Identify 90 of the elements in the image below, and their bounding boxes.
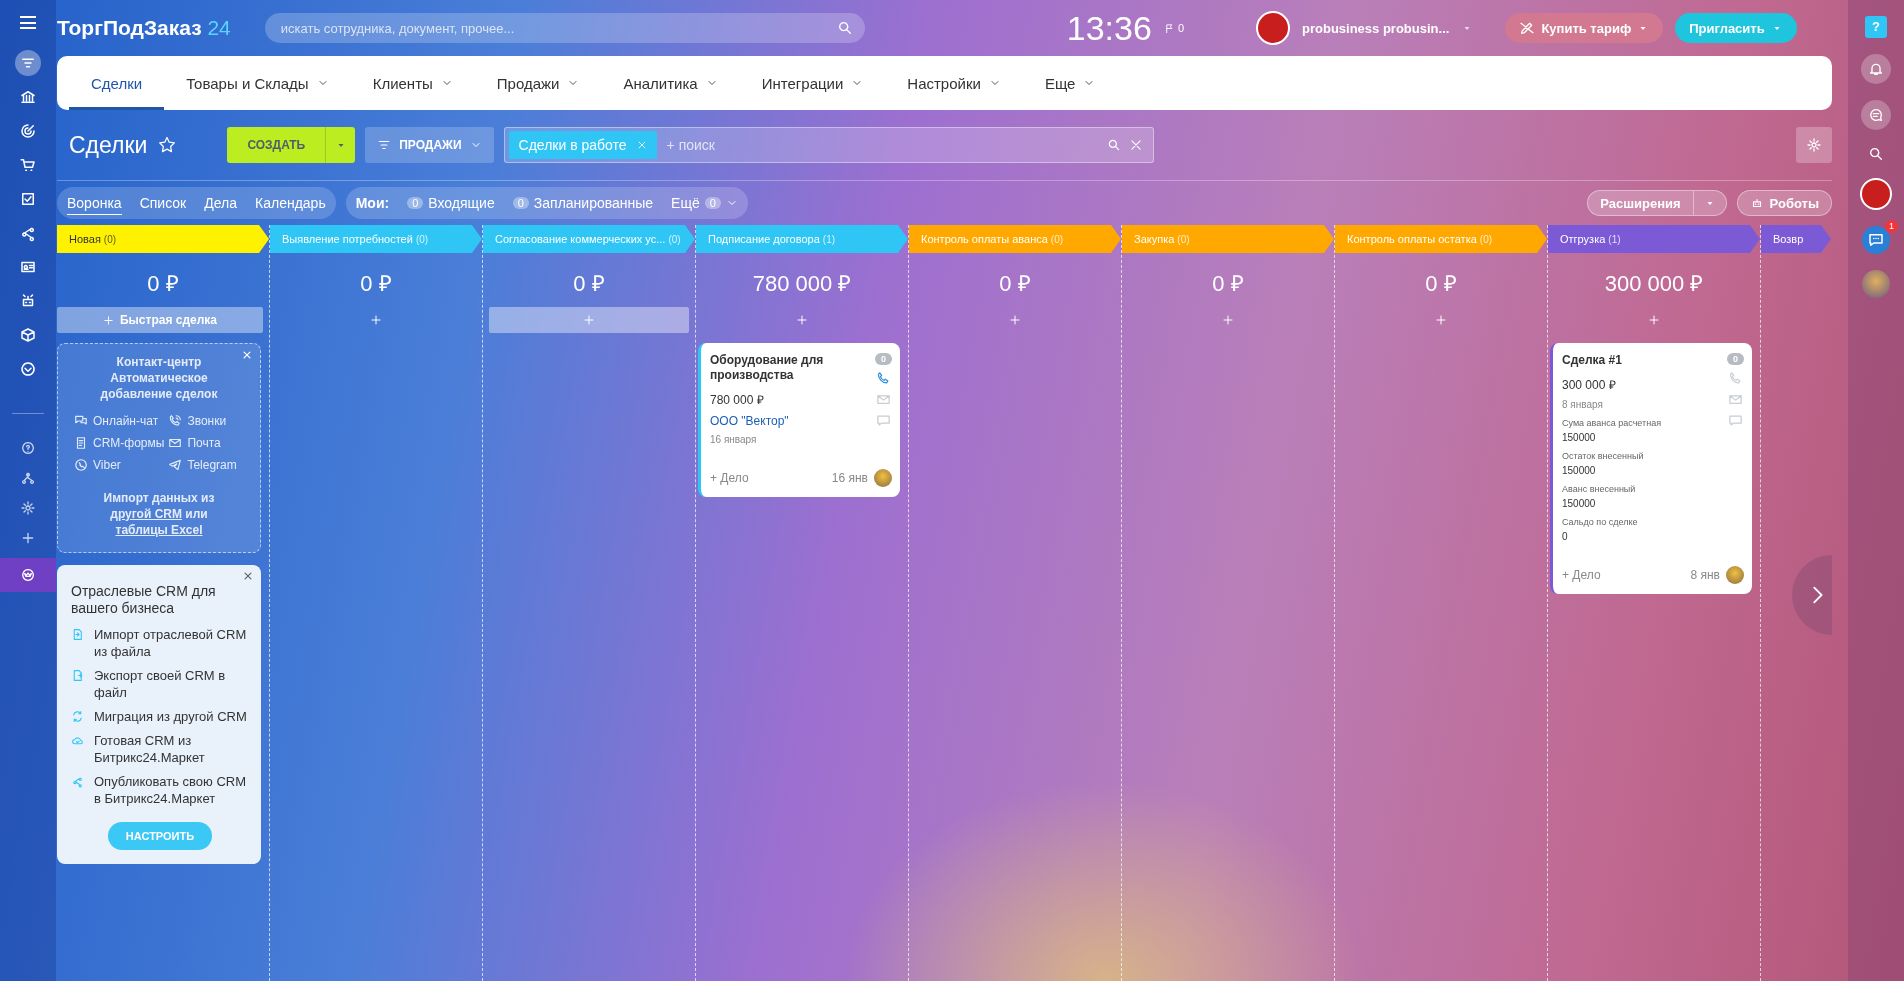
deal-date: 16 января [710, 434, 758, 445]
company-link[interactable]: ООО "Вектор" [710, 414, 875, 428]
stage-header[interactable]: Контроль оплаты аванса (0) [909, 225, 1121, 253]
search-field[interactable]: + поиск [664, 130, 1099, 160]
nav-tab[interactable]: Сделки [69, 56, 165, 110]
channel-link[interactable]: Telegram [168, 458, 250, 472]
setup-button[interactable]: НАСТРОИТЬ [107, 822, 213, 850]
activity-date: 16 янв [831, 471, 868, 485]
field-value: 150000 [1562, 432, 1597, 443]
stage-total: 780 000 ₽ [751, 270, 853, 298]
deal-title[interactable]: Оборудование для производства [710, 353, 875, 383]
deal-card[interactable]: Оборудование для производства 780 000 ₽ ООО "Вектор" 16 января 0 + Дело 16 янв [698, 343, 900, 497]
activity-date: 8 янв [1690, 568, 1720, 582]
view-tab[interactable]: Дела [204, 192, 237, 214]
clock-time: 13:36 [1066, 8, 1152, 48]
counters-label: Мои: [355, 195, 390, 211]
quick-deal-button[interactable]: Быстрая сделка [57, 307, 263, 333]
deal-card[interactable]: Сделка #1 300 000 ₽ 8 января Сума аванса расчетная 150000 Остаток внесенный 150000 Аванс внесенный 150000 Сальдо по сделке 0 0 + Дело 8 янв [1550, 343, 1752, 594]
filter-bar[interactable]: Сделки в работе + поиск [503, 127, 1154, 163]
field-label: Аванс внесенный [1562, 484, 1637, 494]
stage-total: 0 ₽ [359, 270, 393, 298]
stage-total: 0 ₽ [146, 270, 180, 298]
widget-title: Отраслевые CRM для вашего бизнеса [71, 583, 217, 617]
counter-filter[interactable]: 0 Запланированные [512, 195, 654, 211]
stage-total: 0 ₽ [1424, 270, 1458, 298]
nav-tab[interactable]: Аналитика [601, 56, 740, 110]
add-activity-link[interactable]: + Дело [1562, 568, 1685, 582]
notification-badge: 1 [1885, 220, 1898, 233]
import-link[interactable]: другой CRM [110, 507, 182, 521]
stage-header[interactable]: Подписание договора (1) [696, 225, 908, 253]
nav-tab[interactable]: Товары и Склады [164, 56, 351, 110]
filter-tag[interactable]: Сделки в работе [508, 131, 657, 159]
field-value: 0 [1562, 531, 1569, 542]
nav-tab[interactable]: Продажи [474, 56, 602, 110]
flag-counter[interactable]: 0 [1177, 22, 1184, 34]
widget-link[interactable]: Экспорт своей CRM в файл [94, 667, 249, 701]
stage-total: 0 ₽ [572, 270, 606, 298]
buy-plan-button[interactable]: Купить тариф [1505, 13, 1664, 43]
stage-header[interactable]: Закупка (0) [1122, 225, 1334, 253]
stage-total: 300 000 ₽ [1603, 270, 1705, 298]
import-text: Импорт данных из другой CRM или таблицы Excel [102, 490, 216, 538]
stage-header[interactable]: Выявление потребностей (0) [270, 225, 482, 253]
stage-total: 0 ₽ [1211, 270, 1245, 298]
widget-link[interactable]: Миграция из другой CRM [94, 708, 247, 725]
stage-header[interactable]: Отгрузка (1) [1548, 225, 1760, 253]
help-button[interactable]: ? [1865, 16, 1887, 38]
widget-link[interactable]: Импорт отраслевой CRM из файла [94, 626, 249, 660]
channel-link[interactable]: Звонки [168, 414, 250, 428]
stage-total: 0 ₽ [998, 270, 1032, 298]
channel-link[interactable]: Онлайн-чат [74, 414, 165, 428]
deal-amount: 780 000 ₽ [710, 392, 765, 408]
widget-title: Контакт-центр Автоматическое добавление сделок [99, 354, 219, 402]
category-button[interactable]: ПРОДАЖИ [365, 127, 494, 163]
field-label: Сальдо по сделке [1562, 517, 1639, 527]
view-tab[interactable]: Список [139, 192, 187, 214]
field-label: Сума аванса расчетная [1562, 418, 1663, 428]
field-label: Остаток внесенный [1562, 451, 1645, 461]
field-value: 150000 [1562, 498, 1597, 509]
stage-header[interactable]: Новая (0) [57, 225, 269, 253]
nav-tab[interactable]: Клиенты [350, 56, 475, 110]
extensions-button[interactable]: Расширения [1587, 190, 1694, 216]
more-counters[interactable]: Ещё 0 [671, 195, 738, 211]
widget-link[interactable]: Готовая CRM из Битрикс24.Маркет [94, 732, 249, 766]
deal-date: 8 января [1562, 399, 1604, 410]
deal-title[interactable]: Сделка #1 [1562, 353, 1727, 368]
activity-counter: 0 [875, 353, 892, 365]
stage-header[interactable]: Возвр [1761, 225, 1831, 253]
nav-tab[interactable]: Интеграции [739, 56, 886, 110]
add-activity-link[interactable]: + Дело [710, 471, 826, 485]
invite-button[interactable]: Пригласить [1675, 13, 1797, 43]
view-tab[interactable]: Воронка [67, 191, 122, 215]
field-value: 150000 [1562, 465, 1597, 476]
channel-link[interactable]: CRM-формы [74, 436, 165, 450]
nav-tab[interactable]: Настройки [885, 56, 1023, 110]
import-link[interactable]: таблицы Excel [115, 523, 203, 537]
view-tab[interactable]: Календарь [255, 192, 326, 214]
nav-tab[interactable]: Еще [1022, 56, 1118, 110]
create-button[interactable]: СОЗДАТЬ [227, 127, 326, 163]
deal-amount: 300 000 ₽ [1562, 377, 1617, 393]
channel-link[interactable]: Viber [74, 458, 165, 472]
logo[interactable]: ТоргПодЗаказ 24 [57, 16, 231, 40]
channel-link[interactable]: Почта [168, 436, 250, 450]
stage-header[interactable]: Контроль оплаты остатка (0) [1335, 225, 1547, 253]
stage-header[interactable]: Согласование коммерческих ус... (0) [483, 225, 695, 253]
widget-link[interactable]: Опубликовать свою CRM в Битрикс24.Маркет [94, 773, 249, 807]
counter-filter[interactable]: 0 Входящие [407, 195, 495, 211]
activity-counter: 0 [1727, 353, 1744, 365]
robots-button[interactable]: Роботы [1736, 190, 1832, 216]
user-name[interactable]: probusiness probusin... [1302, 20, 1450, 36]
page-title: Сделки [69, 131, 148, 159]
